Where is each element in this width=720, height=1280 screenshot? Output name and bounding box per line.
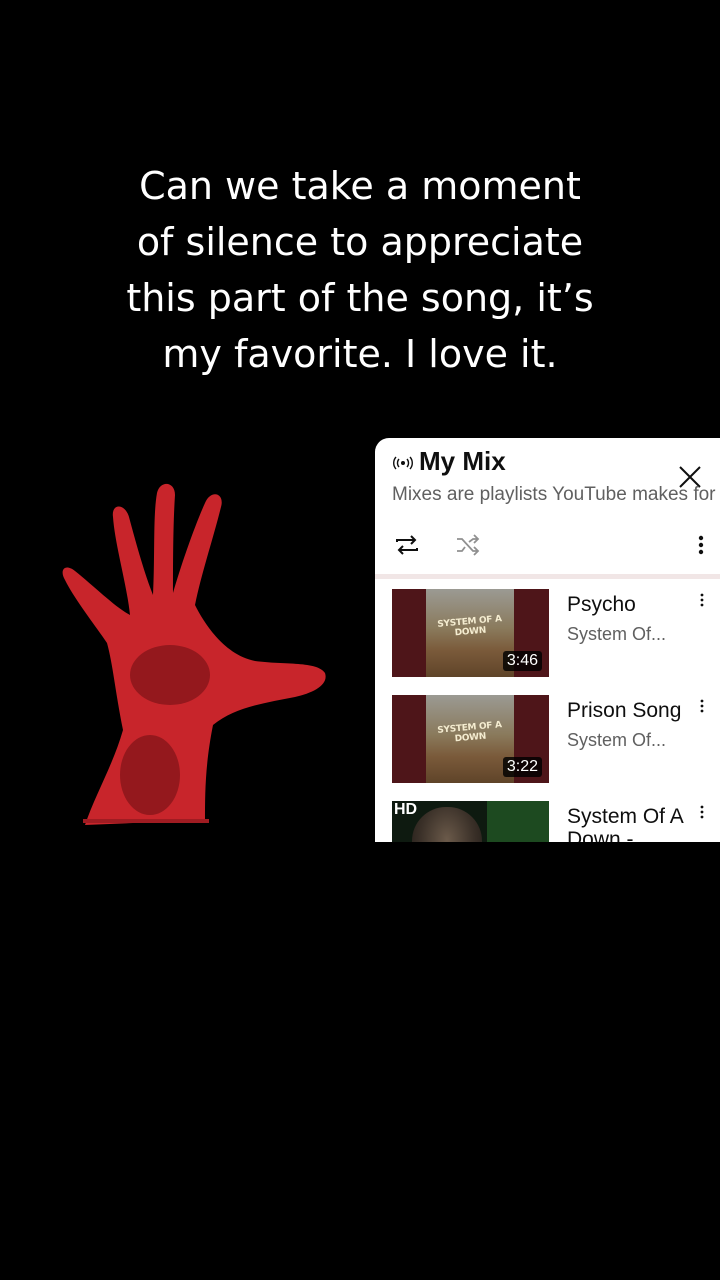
thumbnail-text: SYSTEM OF A DOWN [437, 720, 503, 745]
divider [375, 574, 720, 579]
video-title-continued: Down - [567, 828, 634, 842]
playlist-item[interactable]: HD System Of A Down - [375, 794, 720, 842]
playlist-item[interactable]: SYSTEM OF A DOWN 3:46 Psycho System Of..… [375, 582, 720, 688]
hd-badge: HD [394, 801, 418, 818]
caption-line: of silence to appreciate [136, 220, 584, 264]
my-mix-panel: My Mix Mixes are playlists YouTube makes… [375, 438, 720, 842]
playlist-item[interactable]: SYSTEM OF A DOWN 3:22 Prison Song System… [375, 688, 720, 794]
thumbnail-face [412, 807, 482, 842]
video-thumbnail: HD [392, 801, 549, 842]
video-artist: System Of... [567, 624, 667, 644]
album-art: SYSTEM OF A DOWN [426, 589, 514, 677]
red-hand-artwork [62, 483, 326, 825]
caption-line: this part of the song, it’s [126, 276, 594, 320]
duration-badge: 3:22 [502, 757, 542, 777]
video-thumbnail: SYSTEM OF A DOWN 3:22 [392, 695, 549, 783]
more-vert-icon[interactable] [697, 698, 707, 716]
video-title: Psycho [567, 593, 636, 616]
caption-line: Can we take a moment [139, 164, 581, 208]
more-vert-icon[interactable] [690, 530, 712, 560]
video-thumbnail: SYSTEM OF A DOWN 3:46 [392, 589, 549, 677]
live-broadcast-icon [393, 456, 413, 470]
video-title: Prison Song [567, 699, 682, 722]
video-artist: System Of... [567, 730, 667, 750]
mix-title: My Mix [419, 446, 506, 476]
more-vert-icon[interactable] [697, 804, 707, 822]
caption-line: my favorite. I love it. [162, 332, 558, 376]
more-vert-icon[interactable] [697, 592, 707, 610]
repeat-icon[interactable] [392, 530, 422, 560]
album-art: SYSTEM OF A DOWN [426, 695, 514, 783]
video-title: System Of A [567, 805, 684, 828]
mix-subtitle: Mixes are playlists YouTube makes for yo… [392, 484, 720, 505]
mix-header: My Mix Mixes are playlists YouTube makes… [375, 438, 720, 579]
thumbnail-text: SYSTEM OF A DOWN [437, 614, 503, 639]
thumbnail-background [487, 801, 549, 842]
caption-text: Can we take a moment of silence to appre… [60, 158, 660, 382]
shuffle-icon[interactable] [453, 530, 483, 560]
duration-badge: 3:46 [502, 651, 542, 671]
